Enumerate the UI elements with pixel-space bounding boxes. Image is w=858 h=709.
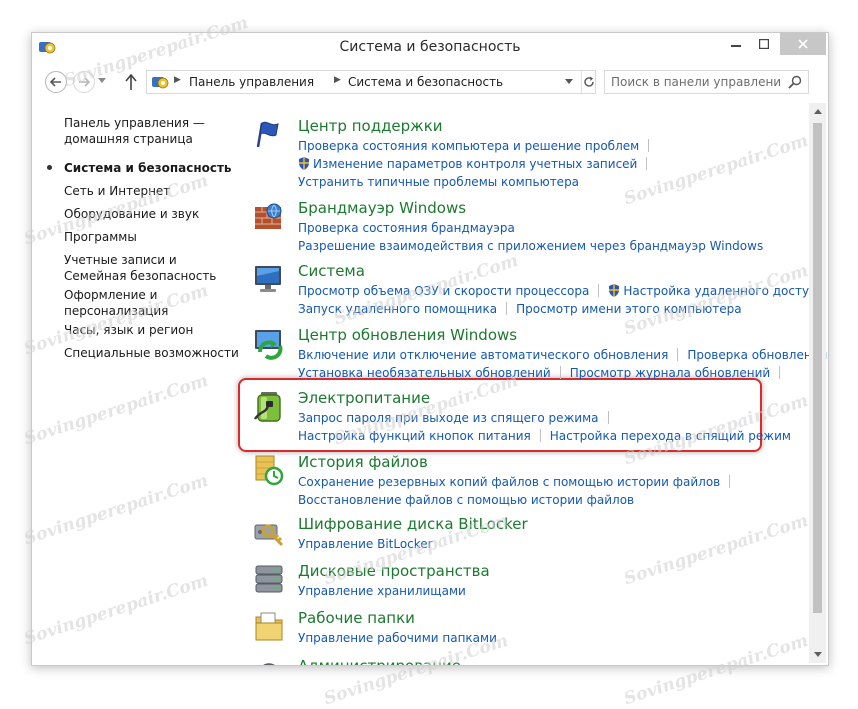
scroll-down-arrow-icon <box>813 652 822 657</box>
category-link[interactable]: Проверка состояния брандмауэра <box>298 221 515 235</box>
category-link[interactable]: Изменение параметров контроля учетных за… <box>313 157 637 171</box>
close-icon <box>798 39 808 49</box>
system-icon <box>255 266 281 292</box>
link-row: Проверка состояния брандмауэра <box>298 221 515 237</box>
link-separator <box>607 411 609 424</box>
link-separator <box>506 302 508 315</box>
category-title[interactable]: Система <box>298 262 365 280</box>
refresh-button[interactable] <box>581 71 596 93</box>
link-separator <box>539 429 541 442</box>
link-row: Изменение параметров контроля учетных за… <box>298 157 656 173</box>
battery-icon <box>253 392 281 422</box>
category-link[interactable]: Сохранение резервных копий файлов с помо… <box>298 475 720 489</box>
scrollbar-thumb[interactable] <box>813 123 822 613</box>
breadcrumb-separator-icon[interactable]: ▶ <box>174 75 181 85</box>
bitlocker-icon <box>254 524 284 547</box>
link-row: Разрешение взаимодействия с приложением … <box>298 239 763 255</box>
breadcrumb-separator-icon[interactable]: ▶ <box>334 75 341 85</box>
link-row: Управление хранилищами <box>298 584 466 600</box>
nav-item-programs[interactable]: Программы <box>64 229 239 245</box>
category-link[interactable]: Просмотр журнала обновлений <box>570 366 770 380</box>
category-title[interactable]: Рабочие папки <box>298 609 415 627</box>
firewall-icon <box>255 203 282 229</box>
link-separator <box>648 139 650 152</box>
link-row: Устранить типичные проблемы компьютера <box>298 175 579 191</box>
search-input[interactable] <box>611 74 781 90</box>
minimize-button[interactable] <box>722 33 750 55</box>
category-link[interactable]: Проверка обновлений <box>687 348 827 362</box>
scroll-down-button[interactable] <box>809 646 826 663</box>
link-separator <box>646 157 648 170</box>
navigation-bar: ▶ Панель управления ▶ Система и безопасн… <box>32 69 828 95</box>
maximize-button[interactable] <box>750 33 778 55</box>
nav-item-system-security[interactable]: Система и безопасность <box>47 160 239 176</box>
scroll-up-arrow-icon <box>813 109 822 114</box>
arrow-left-icon <box>50 77 61 87</box>
control-panel-window: Система и безопасность ▶ Панель управлен <box>31 32 829 666</box>
breadcrumb-control-panel[interactable]: Панель управления <box>189 75 314 89</box>
nav-item-label: Система и безопасность <box>64 161 232 175</box>
vertical-scrollbar[interactable] <box>809 103 826 663</box>
link-row: Восстановление файлов с помощью истории … <box>298 493 634 509</box>
category-title[interactable]: Центр обновления Windows <box>298 326 517 344</box>
close-button[interactable] <box>780 33 826 55</box>
link-row: Установка необязательных обновлений Просм… <box>298 366 789 382</box>
admin-tools-icon <box>263 663 275 665</box>
address-box[interactable]: ▶ Панель управления ▶ Система и безопасн… <box>146 70 596 94</box>
search-icon[interactable] <box>788 75 802 89</box>
file-history-icon <box>255 455 284 486</box>
maximize-icon <box>759 39 769 49</box>
category-link[interactable]: Управление хранилищами <box>298 584 466 598</box>
uac-shield-icon <box>299 157 309 170</box>
link-separator <box>729 475 731 488</box>
uac-shield-icon <box>609 284 620 297</box>
scroll-up-button[interactable] <box>809 103 826 120</box>
active-bullet-icon <box>47 165 52 170</box>
storage-spaces-icon <box>255 565 283 593</box>
address-dropdown-button[interactable] <box>561 71 577 93</box>
windows-update-icon <box>255 330 283 360</box>
link-separator <box>559 366 561 379</box>
minimize-icon <box>731 45 741 47</box>
control-panel-icon <box>152 77 169 89</box>
link-row: Сохранение резервных копий файлов с помо… <box>298 475 739 491</box>
arrow-up-icon[interactable] <box>124 73 138 91</box>
work-folders-icon <box>255 612 283 641</box>
refresh-icon <box>584 76 594 87</box>
flag-icon <box>256 121 279 148</box>
category-link[interactable]: Устранить типичные проблемы компьютера <box>298 175 579 189</box>
nav-item-control-panel-home[interactable]: Панель управления — домашняя страница <box>64 115 239 147</box>
link-row: Включение или отключение автоматического… <box>298 348 828 364</box>
category-title[interactable]: Центр поддержки <box>298 117 443 135</box>
link-row: Проверка состояния компьютера и решение … <box>298 139 658 155</box>
category-link[interactable]: Проверка состояния компьютера и решение … <box>298 139 639 153</box>
link-separator <box>677 348 679 361</box>
category-title[interactable]: История файлов <box>298 453 428 471</box>
nav-item-ease-of-access[interactable]: Специальные возможности <box>64 345 239 361</box>
link-separator <box>598 284 600 297</box>
category-link[interactable]: Включение или отключение автоматического… <box>298 348 668 362</box>
link-separator <box>779 366 781 379</box>
category-link[interactable]: Восстановление файлов с помощью истории … <box>298 493 634 507</box>
breadcrumb-system-security[interactable]: Система и безопасность <box>348 75 503 89</box>
category-link[interactable]: Разрешение взаимодействия с приложением … <box>298 239 763 253</box>
chevron-down-icon <box>565 79 573 84</box>
category-title[interactable]: Брандмауэр Windows <box>298 199 466 217</box>
nav-item-user-accounts[interactable]: Учетные записи и Семейная безопасность <box>64 252 239 284</box>
search-box[interactable] <box>604 70 809 94</box>
